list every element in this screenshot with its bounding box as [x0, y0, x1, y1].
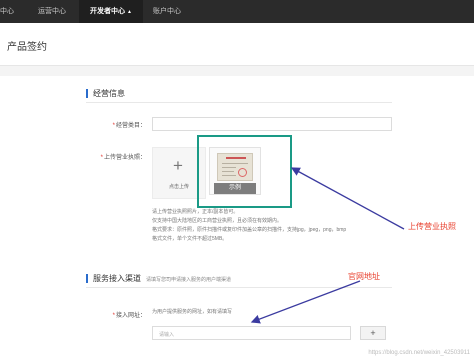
annotation-website: 官网地址	[348, 272, 380, 281]
header-divider-band	[0, 66, 474, 76]
nav-label: 账户中心	[153, 8, 181, 15]
category-label: *经营类目：	[86, 120, 146, 129]
url-label: *接入网址：	[86, 310, 146, 319]
category-input[interactable]	[152, 117, 392, 131]
section-subtitle: 请填写您司申请接入服务的用户端渠道	[146, 277, 232, 283]
license-label: *上传营业执照：	[86, 152, 146, 161]
plus-icon: +	[173, 156, 183, 175]
license-hint: 请上传营业执照照片，正本/副本皆可。 仅支持中国大陆地区的工商营业执照，且必须在…	[152, 208, 346, 244]
nav-label: 开发者中心	[90, 8, 126, 15]
top-nav: 中心 运营中心 开发者中心 ▲ 账户中心	[0, 0, 474, 23]
hint-line: 格式要求：原件照，原件扫描件或复印件加盖公章的扫描件，支持jpg，jpeg，pn…	[152, 227, 347, 233]
nav-item-center[interactable]: 中心	[0, 0, 24, 23]
section-divider	[86, 102, 392, 103]
watermark: https://blog.csdn.net/weixin_42503911	[368, 350, 470, 356]
highlight-frame	[197, 135, 292, 208]
page-title: 产品签约	[7, 42, 47, 53]
add-url-button[interactable]: +	[360, 326, 386, 340]
url-hint: 为用户提供服务的网址，如有请填写	[152, 309, 233, 315]
url-input[interactable]: 请输入	[152, 326, 351, 340]
nav-label: 中心	[0, 8, 14, 15]
nav-item-developer[interactable]: 开发者中心 ▲	[79, 0, 143, 23]
caret-up-icon: ▲	[127, 9, 132, 15]
url-input-placeholder: 请输入	[159, 332, 175, 338]
required-mark: *	[112, 123, 115, 129]
category-label-text: 经营类目：	[115, 123, 146, 129]
required-mark: *	[100, 155, 103, 161]
section-title-text: 服务接入渠道	[93, 274, 141, 283]
required-mark: *	[112, 313, 115, 319]
section-title-text: 经营信息	[93, 89, 125, 98]
hint-line: 仅支持中国大陆地区的工商营业执照，且必须在有效期内。	[152, 218, 283, 224]
hint-line: 请上传营业执照照片，正本/副本皆可。	[152, 209, 239, 215]
page-header: 产品签约	[0, 23, 474, 66]
nav-item-operations[interactable]: 运营中心	[27, 0, 77, 23]
license-label-text: 上传营业执照：	[103, 155, 146, 161]
section-title-business: 经营信息	[86, 88, 125, 99]
annotation-license: 上传营业执照	[408, 222, 456, 231]
nav-item-account[interactable]: 账户中心	[146, 0, 188, 23]
nav-label: 运营中心	[38, 8, 66, 15]
url-label-text: 接入网址：	[115, 313, 146, 319]
section-divider	[86, 287, 392, 288]
hint-line: 格式文件，单个文件不超过5MB。	[152, 236, 228, 242]
section-title-access: 服务接入渠道 请填写您司申请接入服务的用户端渠道	[85, 273, 232, 284]
